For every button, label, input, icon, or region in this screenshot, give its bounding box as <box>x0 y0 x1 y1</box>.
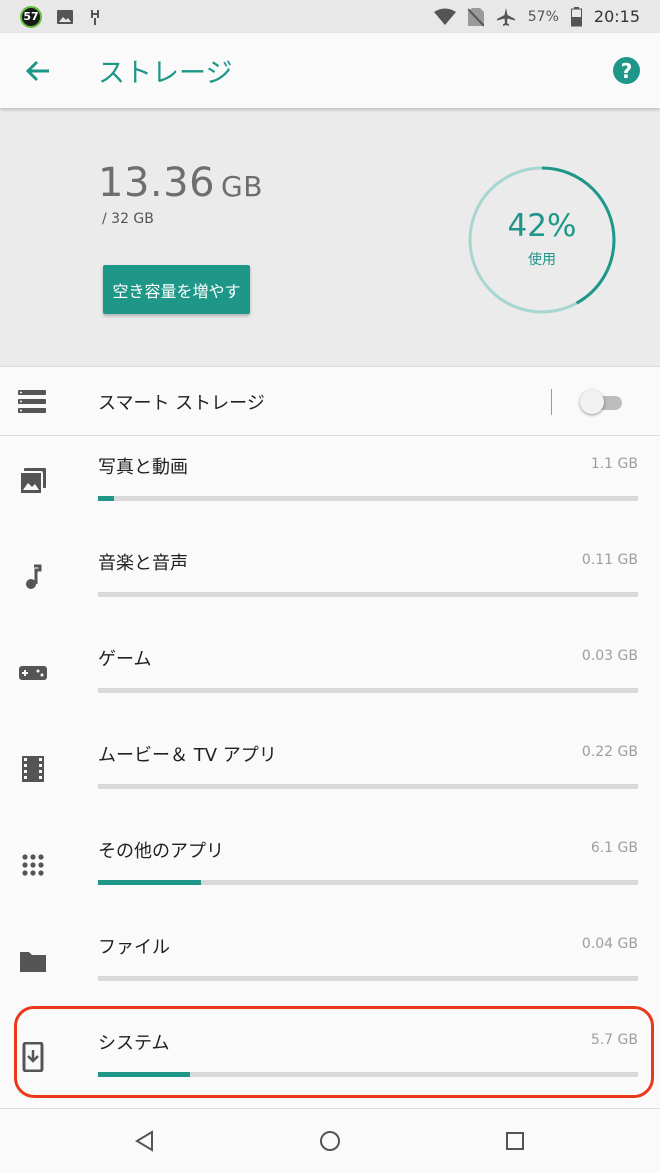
photo-icon <box>18 466 48 496</box>
usage-percent: 42% <box>507 208 577 244</box>
back-arrow-icon[interactable] <box>22 55 54 87</box>
category-size: 0.11 GB <box>581 552 638 568</box>
smart-storage-label: スマート ストレージ <box>98 393 265 414</box>
folder-icon <box>18 946 48 976</box>
usb-icon <box>91 9 99 25</box>
free-up-space-button[interactable]: 空き容量を増やす <box>103 265 250 314</box>
category-size: 1.1 GB <box>590 456 638 472</box>
category-size: 0.03 GB <box>581 648 638 664</box>
navigation-bar <box>0 1108 660 1173</box>
nav-back-icon[interactable] <box>133 1129 157 1153</box>
app-bar: ストレージ ? <box>0 33 660 108</box>
category-usage-bar <box>98 880 638 885</box>
nav-recents-icon[interactable] <box>503 1129 527 1153</box>
used-value: 13.36 <box>98 160 216 206</box>
music-note-icon <box>18 562 48 592</box>
category-label: 音楽と音声 <box>98 553 188 574</box>
category-usage-bar <box>98 784 638 789</box>
no-sim-icon <box>467 7 484 27</box>
wifi-icon <box>433 8 456 25</box>
category-usage-bar <box>98 592 638 597</box>
battery-percent: 57% <box>527 8 559 25</box>
help-icon[interactable]: ? <box>613 57 640 84</box>
badge-icon: 57 <box>20 5 42 28</box>
category-usage-bar <box>98 688 638 693</box>
used-storage: 13.36 GB <box>98 160 263 206</box>
category-usage-fill <box>98 880 201 885</box>
film-icon <box>18 754 48 784</box>
highlight-annotation <box>14 1006 654 1098</box>
category-label: その他のアプリ <box>98 841 224 862</box>
page-title: ストレージ <box>98 58 233 89</box>
battery-icon <box>570 6 582 26</box>
storage-category-row[interactable]: ゲーム 0.03 GB <box>0 628 660 724</box>
storage-summary: 13.36 GB / 32 GB 空き容量を増やす 42% 使用 <box>0 108 660 366</box>
storage-category-row[interactable]: 写真と動画 1.1 GB <box>0 436 660 532</box>
used-unit: GB <box>221 170 263 203</box>
usage-label: 使用 <box>528 252 556 268</box>
category-label: ムービー＆ TV アプリ <box>98 745 277 766</box>
storage-category-row[interactable]: その他のアプリ 6.1 GB <box>0 820 660 916</box>
clock: 20:15 <box>593 7 640 26</box>
category-usage-fill <box>98 496 115 501</box>
smart-storage-toggle[interactable] <box>580 390 623 414</box>
airplane-icon <box>496 7 515 26</box>
storage-list-icon <box>18 390 46 413</box>
usage-gauge: 42% 使用 <box>462 160 622 320</box>
gamepad-icon <box>18 658 48 688</box>
storage-category-row[interactable]: ファイル 0.04 GB <box>0 916 660 1012</box>
category-label: 写真と動画 <box>98 457 188 478</box>
category-usage-bar <box>98 976 638 981</box>
divider <box>551 389 552 415</box>
status-bar: 57 57% 20:15 <box>0 0 660 33</box>
nav-home-icon[interactable] <box>318 1129 342 1153</box>
category-label: ファイル <box>98 937 170 958</box>
category-usage-bar <box>98 496 638 501</box>
category-label: ゲーム <box>98 649 152 670</box>
smart-storage-row[interactable]: スマート ストレージ <box>0 366 660 436</box>
storage-category-row[interactable]: 音楽と音声 0.11 GB <box>0 532 660 628</box>
total-storage: / 32 GB <box>102 211 154 227</box>
category-size: 0.04 GB <box>581 936 638 952</box>
image-icon <box>57 9 73 24</box>
category-size: 6.1 GB <box>590 840 638 856</box>
storage-category-row[interactable]: ムービー＆ TV アプリ 0.22 GB <box>0 724 660 820</box>
apps-grid-icon <box>18 850 48 880</box>
category-size: 0.22 GB <box>581 744 638 760</box>
